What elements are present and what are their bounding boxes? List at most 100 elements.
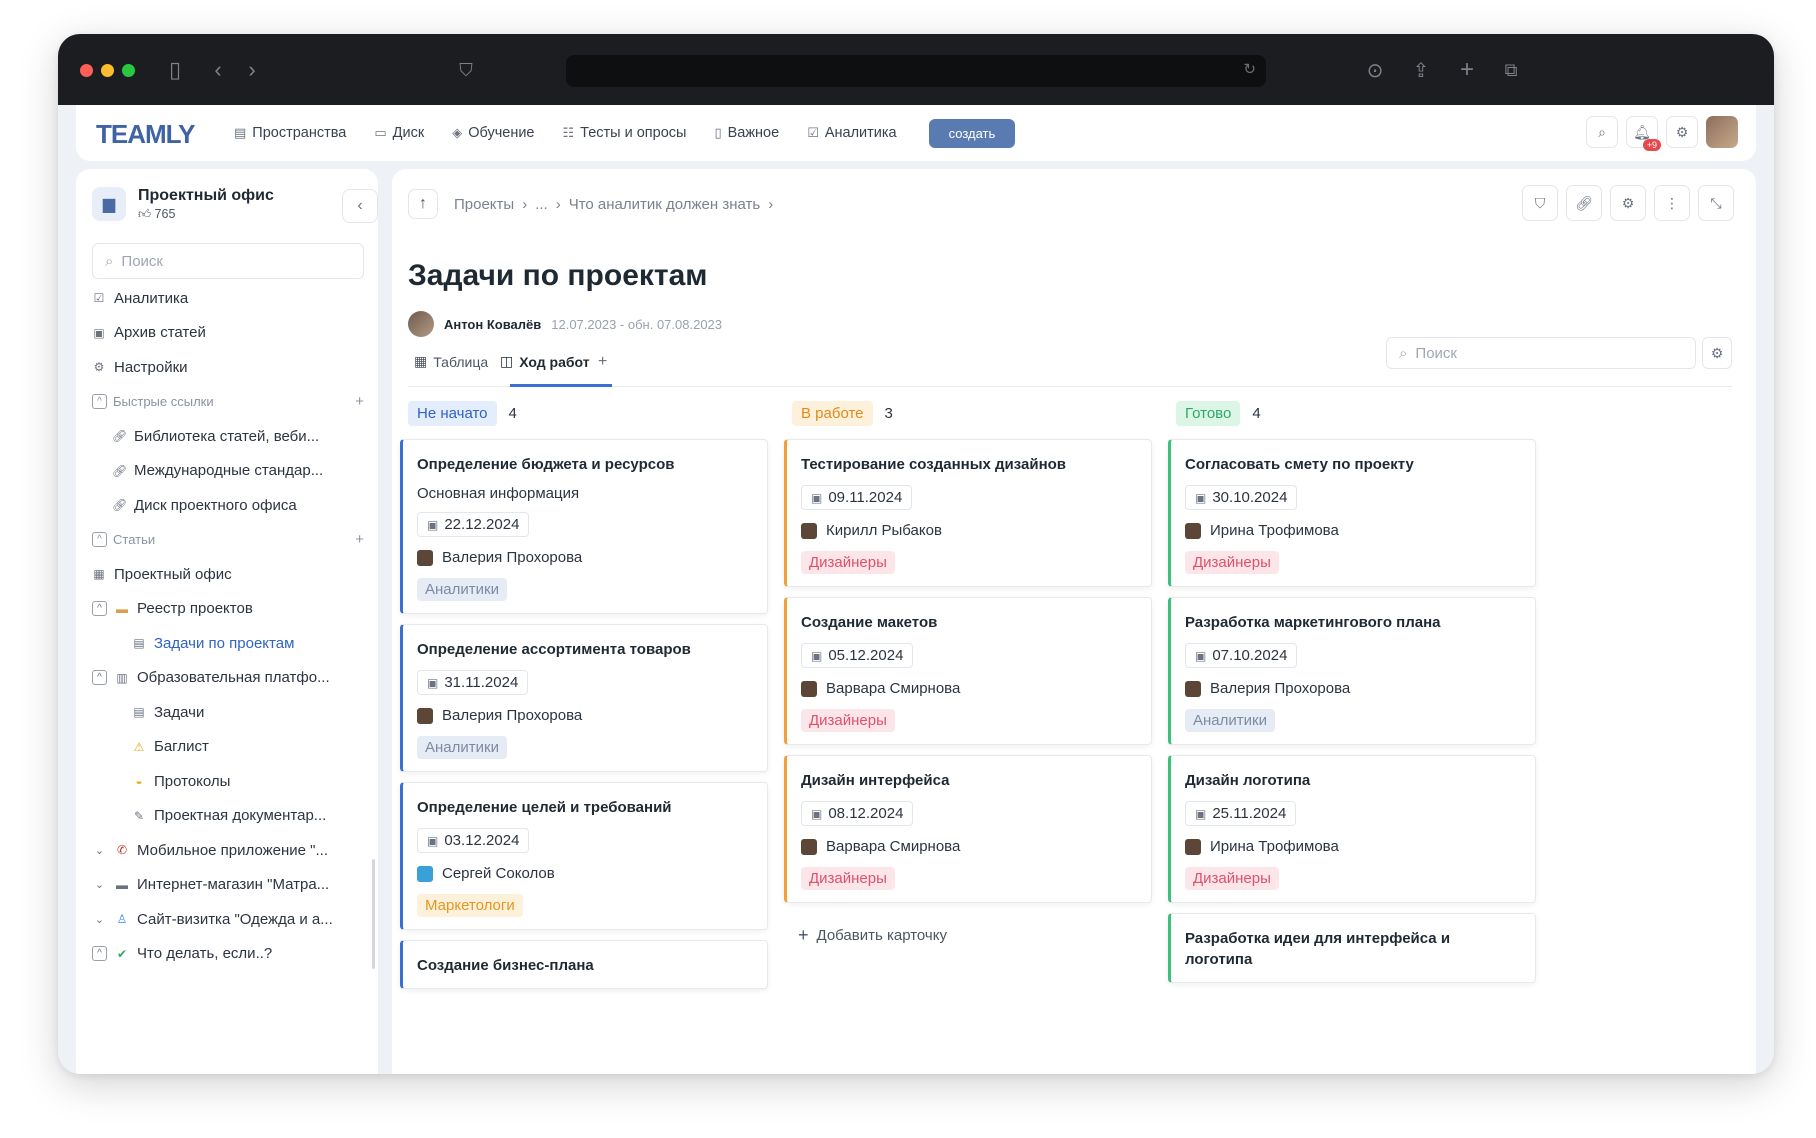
maximize-window-button[interactable]	[122, 64, 135, 77]
assignee[interactable]: Сергей Соколов	[417, 865, 753, 882]
minimize-window-button[interactable]	[101, 64, 114, 77]
sidebar-item[interactable]: ⌄ ▬ Интернет-магазин "Матра...	[92, 868, 372, 903]
due-date[interactable]: ▣ 05.12.2024	[801, 643, 914, 668]
team-tag[interactable]: Дизайнеры	[801, 709, 895, 732]
assignee[interactable]: Ирина Трофимова	[1185, 522, 1521, 539]
download-icon[interactable]: ⊙	[1362, 56, 1388, 84]
sidebar-item[interactable]: ▤ Задачи по проектам	[92, 626, 372, 661]
add-card-button[interactable]: + Добавить карточку	[798, 925, 1164, 946]
status-badge[interactable]: Готово	[1176, 400, 1241, 426]
sidebar-item[interactable]: ^ ▬ Реестр проектов	[92, 592, 372, 627]
assignee[interactable]: Варвара Смирнова	[801, 680, 1137, 697]
due-date[interactable]: ▣ 07.10.2024	[1185, 643, 1298, 668]
expand-toggle-icon[interactable]: ^	[92, 670, 107, 686]
sidebar-item[interactable]: 🔗︎ Международные стандар...	[92, 454, 372, 489]
collapse-sidebar-button[interactable]: ‹	[342, 189, 378, 223]
notifications-button[interactable]: 🔔︎ +9	[1626, 116, 1661, 151]
tab-table[interactable]: ▦ Таблица	[414, 353, 488, 370]
team-tag[interactable]: Дизайнеры	[801, 551, 895, 574]
nav-item-disk[interactable]: ▭ Диск	[374, 125, 424, 141]
assignee[interactable]: Кирилл Рыбаков	[801, 522, 1137, 539]
due-date[interactable]: ▣ 22.12.2024	[417, 512, 530, 537]
task-card[interactable]: Разработка маркетингового плана ▣ 07.10.20…	[1168, 597, 1536, 745]
forward-icon[interactable]: ›	[242, 56, 262, 84]
tab-progress[interactable]: ◫ Ход работ	[500, 353, 590, 370]
team-tag[interactable]: Аналитики	[1185, 709, 1275, 732]
task-card[interactable]: Тестирование созданных дизайнов ▣ 09.11.20…	[784, 439, 1152, 587]
chevron-down-icon[interactable]: ⌄	[92, 878, 107, 891]
task-card[interactable]: Создание бизнес-плана	[400, 940, 768, 989]
task-card[interactable]: Создание макетов ▣ 05.12.2024 Варвара Смирн…	[784, 597, 1152, 745]
global-search-button[interactable]: ⌕	[1586, 116, 1618, 148]
sidebar-item[interactable]: ▤ Задачи	[92, 695, 372, 730]
shield-icon[interactable]: ⛉	[454, 56, 478, 84]
space-header[interactable]: ▆ Проектный офис 👍︎ 765	[92, 187, 274, 222]
due-date[interactable]: ▣ 03.12.2024	[417, 828, 530, 853]
sidebar-item[interactable]: ▣ Архив статей	[92, 316, 372, 351]
bookmark-button[interactable]: ⛉	[1522, 185, 1558, 221]
breadcrumb-item[interactable]: Что аналитик должен знать	[569, 196, 761, 213]
sidebar-item[interactable]: ⚙ Настройки	[92, 350, 372, 385]
sidebar-section-header[interactable]: ^ Быстрые ссылки +	[92, 385, 372, 420]
share-icon[interactable]: ⇪	[1408, 56, 1434, 84]
nav-item-important[interactable]: ▯ Важное	[714, 125, 779, 141]
team-tag[interactable]: Аналитики	[417, 736, 507, 759]
sidebar-toggle-icon[interactable]: ▯	[162, 56, 188, 84]
chevron-down-icon[interactable]: ⌄	[92, 844, 107, 857]
close-window-button[interactable]	[80, 64, 93, 77]
breadcrumb-item[interactable]: Проекты	[454, 196, 514, 213]
task-card[interactable]: Разработка идеи для интерфейса и логотип…	[1168, 913, 1536, 983]
chevron-down-icon[interactable]: ⌄	[92, 913, 107, 926]
assignee[interactable]: Валерия Прохорова	[1185, 680, 1521, 697]
board-search-input[interactable]: ⌕ Поиск	[1386, 337, 1696, 369]
sidebar-scrollbar[interactable]	[372, 859, 375, 969]
chevron-up-icon[interactable]: ^	[92, 394, 107, 410]
nav-item-analytics[interactable]: ☑ Аналитика	[807, 125, 896, 141]
sidebar-item[interactable]: ✎ Проектная документар...	[92, 799, 372, 834]
copy-link-button[interactable]: 🔗︎	[1566, 185, 1602, 221]
sidebar-item[interactable]: ^ ✔ Что делать, если..?	[92, 937, 372, 972]
task-card[interactable]: Определение ассортимента товаров ▣ 31.11.2…	[400, 624, 768, 772]
reload-icon[interactable]: ↻	[1243, 60, 1256, 78]
author-avatar[interactable]	[408, 311, 434, 337]
sidebar-item[interactable]: ⌄ ♙ Сайт-визитка "Одежда и а...	[92, 902, 372, 937]
task-card[interactable]: Определение бюджета и ресурсов Основная и…	[400, 439, 768, 614]
sidebar-item[interactable]: 🔗︎ Библиотека статей, веби...	[92, 419, 372, 454]
collapse-button[interactable]: ⤡	[1698, 185, 1734, 221]
create-button[interactable]: создать	[928, 118, 1016, 148]
task-card[interactable]: Определение целей и требований ▣ 03.12.202…	[400, 782, 768, 930]
expand-toggle-icon[interactable]: ^	[92, 946, 107, 962]
sidebar-item[interactable]: ☑ Аналитика	[92, 281, 372, 316]
user-avatar[interactable]	[1706, 116, 1738, 148]
nav-item-education[interactable]: ◈ Обучение	[452, 125, 534, 141]
team-tag[interactable]: Дизайнеры	[1185, 551, 1279, 574]
team-tag[interactable]: Дизайнеры	[1185, 867, 1279, 890]
team-tag[interactable]: Дизайнеры	[801, 867, 895, 890]
status-badge[interactable]: Не начато	[408, 400, 497, 426]
add-view-button[interactable]: +	[598, 353, 607, 371]
tabs-overview-icon[interactable]: ⧉	[1498, 56, 1524, 84]
add-icon[interactable]: +	[355, 393, 364, 410]
sidebar-search-input[interactable]: ⌕ Поиск	[92, 243, 364, 279]
task-card[interactable]: Согласовать смету по проекту ▣ 30.10.2024 И…	[1168, 439, 1536, 587]
status-badge[interactable]: В работе	[792, 400, 873, 426]
board-settings-button[interactable]: ⚙	[1702, 337, 1732, 369]
team-tag[interactable]: Маркетологи	[417, 894, 523, 917]
nav-item-spaces[interactable]: ▤ Пространства	[234, 125, 346, 141]
assignee[interactable]: Ирина Трофимова	[1185, 838, 1521, 855]
page-settings-button[interactable]: ⚙	[1610, 185, 1646, 221]
breadcrumb-ellipsis[interactable]: ...	[535, 196, 548, 213]
chevron-up-icon[interactable]: ^	[92, 532, 107, 548]
sidebar-item[interactable]: ◒ Протоколы	[92, 764, 372, 799]
due-date[interactable]: ▣ 09.11.2024	[801, 485, 913, 510]
up-level-button[interactable]: ↑	[408, 189, 438, 219]
due-date[interactable]: ▣ 25.11.2024	[1185, 801, 1297, 826]
add-icon[interactable]: +	[355, 531, 364, 548]
sidebar-item[interactable]: ⌄ ✆ Мобильное приложение "...	[92, 833, 372, 868]
sidebar-item[interactable]: ▦ Проектный офис	[92, 557, 372, 592]
team-tag[interactable]: Аналитики	[417, 578, 507, 601]
due-date[interactable]: ▣ 08.12.2024	[801, 801, 914, 826]
more-button[interactable]: ⋮	[1654, 185, 1690, 221]
expand-toggle-icon[interactable]: ^	[92, 601, 107, 617]
sidebar-item[interactable]: 🔗︎ Диск проектного офиса	[92, 488, 372, 523]
